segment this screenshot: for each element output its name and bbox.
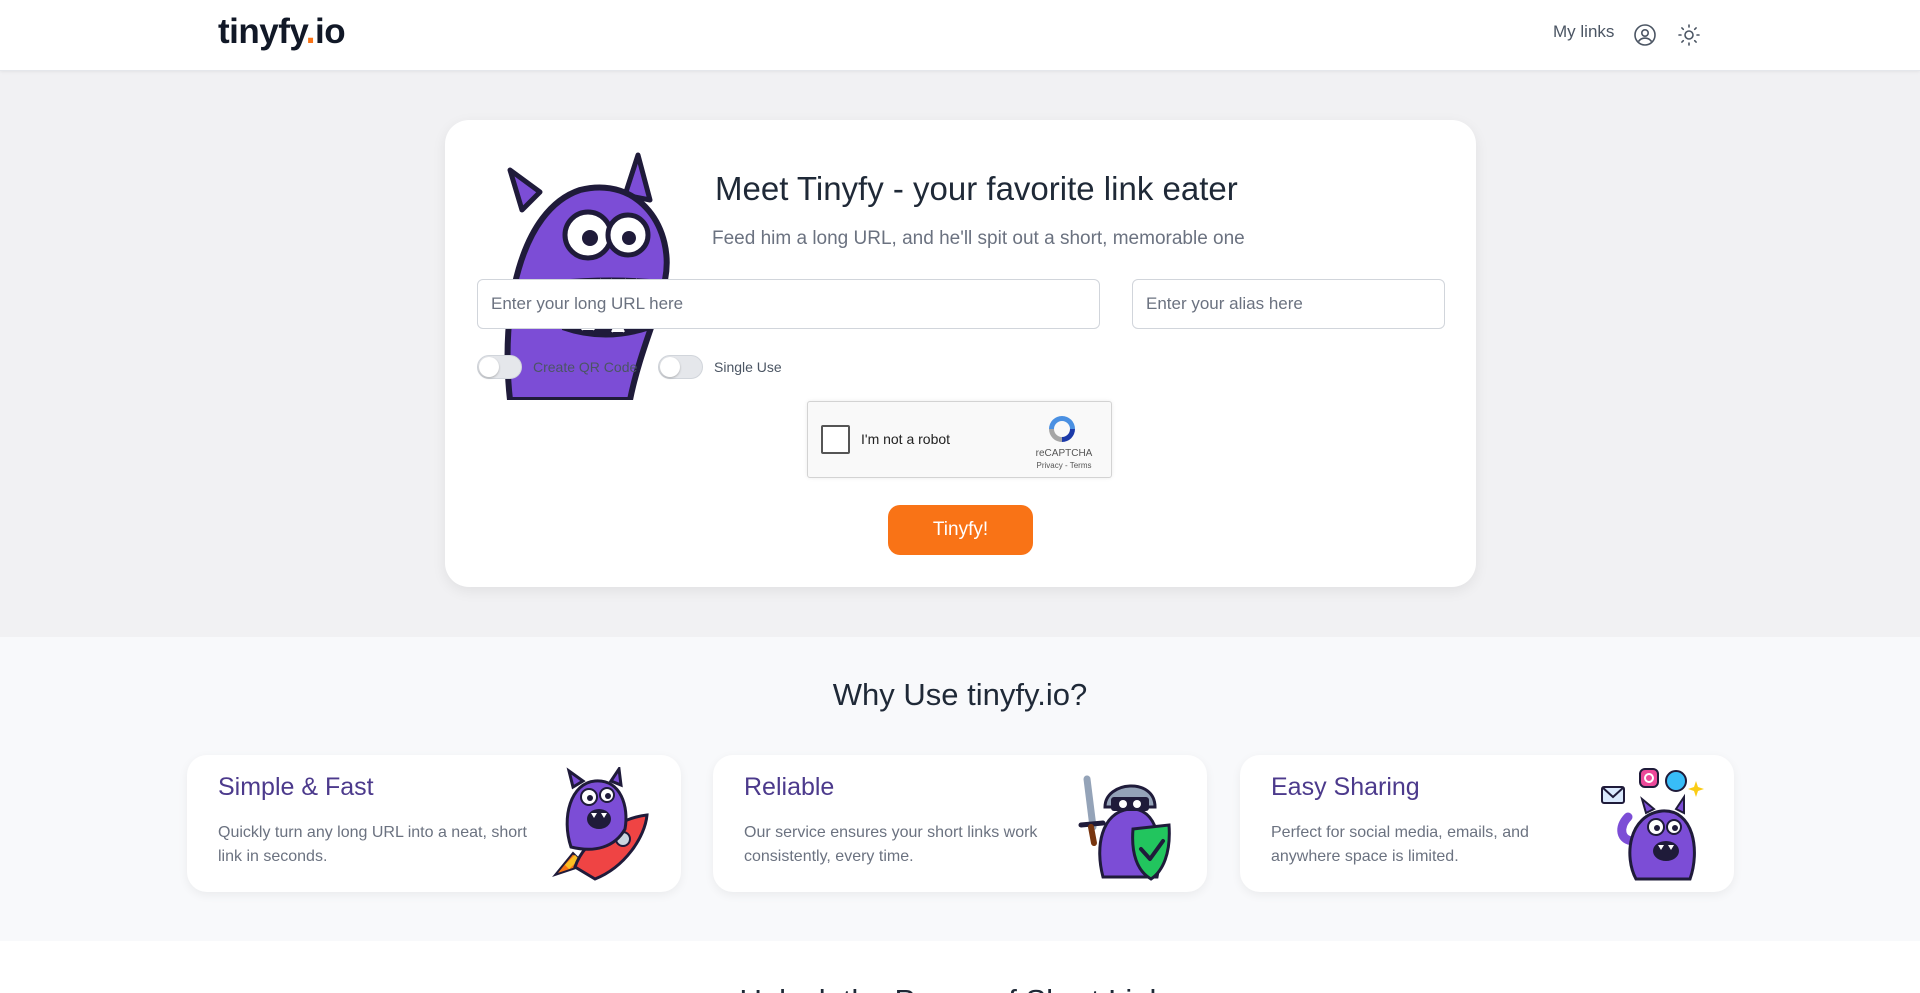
feature-card-simple-fast: Simple & Fast Quickly turn any long URL …	[187, 755, 681, 892]
feature-card-reliable: Reliable Our service ensures your short …	[713, 755, 1207, 892]
qr-code-toggle-group: Create QR Code	[477, 354, 637, 380]
feature-title: Easy Sharing	[1271, 773, 1420, 801]
monster-sharing-icon	[1601, 768, 1704, 881]
feature-description: Our service ensures your short links wor…	[744, 824, 1038, 865]
monster-knight-shield-icon	[1078, 775, 1171, 881]
single-use-toggle-group: Single Use	[658, 354, 782, 380]
long-url-input[interactable]	[477, 279, 1100, 329]
alias-input[interactable]	[1132, 279, 1445, 329]
sun-icon[interactable]	[1677, 23, 1701, 47]
why-section: Why Use tinyfy.io? Simple & Fast Quickly…	[0, 637, 1920, 941]
hero-subtitle: Feed him a long URL, and he'll spit out …	[712, 228, 1245, 249]
recaptcha-brand: reCAPTCHA	[1035, 448, 1093, 459]
why-section-title: Why Use tinyfy.io?	[832, 677, 1088, 712]
single-use-toggle[interactable]	[658, 355, 703, 379]
recaptcha-label: I'm not a robot	[861, 431, 951, 447]
site-logo[interactable]: tinyfy.io	[218, 12, 346, 52]
recaptcha-logo-icon	[1049, 416, 1075, 442]
user-circle-icon[interactable]	[1633, 23, 1657, 47]
next-section: Unlock the Power of Short Links	[0, 941, 1920, 993]
feature-card-easy-sharing: Easy Sharing Perfect for social media, e…	[1240, 755, 1734, 892]
feature-description: Perfect for social media, emails, and an…	[1271, 824, 1529, 865]
feature-title: Simple & Fast	[218, 773, 374, 801]
feature-title: Reliable	[744, 773, 835, 801]
monster-rocket-icon	[552, 767, 649, 881]
qr-code-toggle-label: Create QR Code	[533, 359, 638, 375]
qr-code-toggle[interactable]	[477, 355, 522, 379]
site-header: tinyfy.io My links	[0, 0, 1920, 71]
nav-my-links[interactable]: My links	[1553, 22, 1614, 42]
recaptcha-checkbox[interactable]	[821, 425, 850, 454]
feature-description: Quickly turn any long URL into a neat, s…	[218, 824, 527, 865]
recaptcha-widget: I'm not a robot reCAPTCHA Privacy - Term…	[807, 401, 1112, 478]
next-section-title: Unlock the Power of Short Links	[0, 983, 1920, 993]
shortener-card: Meet Tinyfy - your favorite link eater F…	[445, 120, 1476, 587]
tinyfy-submit-button[interactable]: Tinyfy!	[888, 505, 1033, 555]
recaptcha-terms-link[interactable]: Privacy - Terms	[1029, 461, 1099, 470]
single-use-toggle-label: Single Use	[714, 359, 782, 375]
